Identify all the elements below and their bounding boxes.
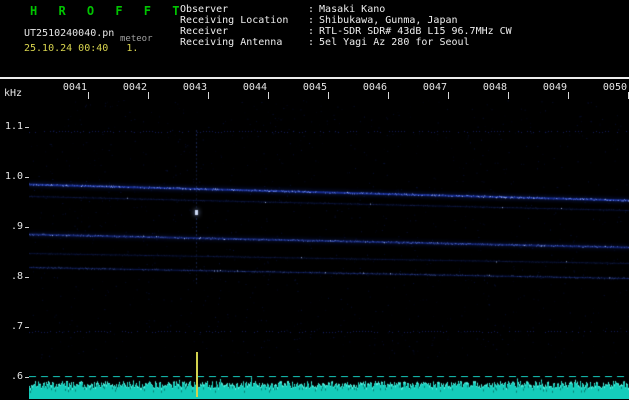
y-tick-label: .7 <box>10 321 23 332</box>
signal-level-canvas <box>29 376 629 399</box>
info-label: Receiving Location <box>180 15 289 26</box>
x-tick-label: 0043 <box>182 82 207 93</box>
info-colon: : <box>308 4 315 15</box>
x-tick-mark <box>328 92 329 99</box>
x-tick-label: 0046 <box>362 82 387 93</box>
info-row: Observer: Masaki Kano <box>180 4 512 15</box>
info-label: Receiving Antenna <box>180 37 283 48</box>
meteor-marker-line <box>196 352 198 397</box>
info-row: Receiving Location: Shibukawa, Gunma, Jap… <box>180 15 512 26</box>
y-axis-unit: kHz <box>4 88 23 99</box>
y-tick-label: .8 <box>10 271 23 282</box>
x-tick-mark <box>88 92 89 99</box>
hrofft-screen: H R O F F T UT2510240040.pn meteor 25.10… <box>0 0 629 400</box>
x-tick-mark <box>388 92 389 99</box>
info-colon: : <box>308 37 315 48</box>
x-tick-label: 0047 <box>422 82 447 93</box>
info-value: Masaki Kano <box>319 4 386 15</box>
x-tick-label: 0044 <box>242 82 267 93</box>
x-tick-label: 0042 <box>122 82 147 93</box>
timestamp: 25.10.24 00:40 1. <box>24 43 139 54</box>
info-row: Receiver: RTL-SDR SDR# 43dB L15 96.7MHz C… <box>180 26 512 37</box>
station-info: Observer: Masaki Kano Receiving Location: S… <box>180 4 512 48</box>
info-label: Observer <box>180 4 229 15</box>
x-tick-label: 0049 <box>542 82 567 93</box>
y-tick-label: 1.0 <box>4 171 23 182</box>
output-filename: UT2510240040.pn <box>24 28 115 39</box>
x-tick-mark <box>148 92 149 99</box>
info-colon: : <box>308 26 315 37</box>
x-tick-label: 0050 <box>602 82 627 93</box>
info-label: Receiver <box>180 26 229 37</box>
y-tick-label: 1.1 <box>4 121 23 132</box>
info-colon: : <box>308 15 315 26</box>
x-tick-mark <box>268 92 269 99</box>
info-value: Shibukawa, Gunma, Japan <box>319 15 458 26</box>
spectrogram-canvas <box>29 100 629 377</box>
x-tick-mark <box>568 92 569 99</box>
separator-line <box>0 77 629 79</box>
x-tick-label: 0045 <box>302 82 327 93</box>
y-tick-label: .9 <box>10 221 23 232</box>
info-row: Receiving Antenna:5el Yagi Az 280 for Se… <box>180 37 512 48</box>
info-value: 5el Yagi Az 280 for Seoul <box>319 37 470 48</box>
x-tick-mark <box>448 92 449 99</box>
y-tick-label: .6 <box>10 371 23 382</box>
info-value: RTL-SDR SDR# 43dB L15 96.7MHz CW <box>319 26 512 37</box>
x-tick-label: 0041 <box>62 82 87 93</box>
x-tick-mark <box>508 92 509 99</box>
x-tick-mark <box>208 92 209 99</box>
x-tick-label: 0048 <box>482 82 507 93</box>
app-title: H R O F F T <box>30 4 187 18</box>
